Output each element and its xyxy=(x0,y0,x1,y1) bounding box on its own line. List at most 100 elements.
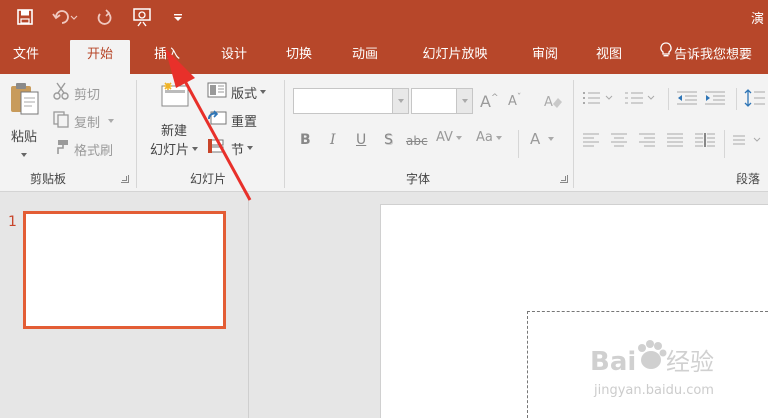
numbering-button[interactable] xyxy=(624,90,658,110)
title-bar: 演 xyxy=(0,0,768,34)
align-right-button[interactable] xyxy=(638,132,656,152)
slide-number: 1 xyxy=(8,214,17,230)
change-case-label: Aa xyxy=(476,130,493,145)
text-direction-button[interactable] xyxy=(732,132,766,152)
paragraph-group-label: 段落 xyxy=(736,172,761,186)
align-left-button[interactable] xyxy=(582,132,600,152)
window-title: 演 xyxy=(750,12,764,27)
increase-indent-button[interactable] xyxy=(704,90,726,110)
bold-button[interactable]: B xyxy=(300,132,311,148)
clear-formatting-button[interactable]: A xyxy=(543,92,563,114)
new-slide-button[interactable]: 新建 幻灯片 xyxy=(143,80,205,162)
group-divider xyxy=(668,88,669,110)
columns-button[interactable] xyxy=(694,132,716,152)
change-case-button[interactable]: Aa xyxy=(476,130,502,145)
strikethrough-button[interactable]: abc xyxy=(406,134,428,148)
cut-button[interactable]: 剪切 xyxy=(52,82,100,104)
columns-icon xyxy=(694,132,716,152)
slides-group-label: 幻灯片 xyxy=(190,172,227,186)
undo-icon[interactable] xyxy=(50,6,80,28)
redo-icon[interactable] xyxy=(93,6,115,28)
tab-animations[interactable]: 动画 xyxy=(338,34,392,74)
start-from-beginning-icon[interactable] xyxy=(130,6,156,28)
clipboard-icon xyxy=(7,80,41,122)
font-group-label: 字体 xyxy=(406,172,431,186)
underline-button[interactable]: U xyxy=(356,132,366,148)
tab-insert[interactable]: 插入 xyxy=(140,34,194,74)
tell-me-search[interactable]: 告诉我您想要 xyxy=(660,34,768,74)
align-right-icon xyxy=(638,132,656,152)
bullets-button[interactable] xyxy=(582,90,616,110)
grow-font-button[interactable]: A ^ xyxy=(480,92,499,111)
font-size-combobox[interactable] xyxy=(411,88,473,114)
paste-button[interactable]: 粘贴 xyxy=(4,80,44,160)
align-center-button[interactable] xyxy=(610,132,628,152)
tell-me-text: 告诉我您想要 xyxy=(674,47,753,63)
reset-icon xyxy=(207,110,227,130)
paw-icon xyxy=(638,340,667,369)
reset-button[interactable]: 重置 xyxy=(207,110,257,130)
increase-indent-icon xyxy=(704,90,726,110)
character-spacing-label: AV xyxy=(436,130,453,145)
section-label: 节 xyxy=(231,142,245,158)
tab-review[interactable]: 审阅 xyxy=(518,34,572,74)
format-painter-icon xyxy=(52,138,70,160)
character-spacing-button[interactable]: AV xyxy=(436,130,462,145)
group-divider xyxy=(736,88,737,110)
customize-qat-icon[interactable] xyxy=(170,6,186,28)
shrink-font-caret-icon: ˇ xyxy=(516,92,522,103)
decrease-indent-button[interactable] xyxy=(676,90,698,110)
watermark-brand: Bai xyxy=(590,347,636,377)
new-slide-label-line1: 新建 xyxy=(160,124,187,139)
cut-label: 剪切 xyxy=(74,87,101,103)
text-shadow-button[interactable]: S xyxy=(384,132,393,148)
new-slide-icon xyxy=(154,80,194,114)
clipboard-launcher-icon[interactable] xyxy=(121,175,129,183)
font-size-dropdown-icon[interactable] xyxy=(456,89,472,113)
tab-transitions[interactable]: 切换 xyxy=(272,34,326,74)
align-left-icon xyxy=(582,132,600,152)
font-color-dropdown-icon xyxy=(548,137,555,141)
section-button[interactable]: 节 xyxy=(207,138,254,158)
justify-button[interactable] xyxy=(666,132,684,152)
align-center-icon xyxy=(610,132,628,152)
save-icon[interactable] xyxy=(14,6,36,28)
ribbon-tab-bar: 文件 开始 插入 设计 切换 动画 幻灯片放映 审阅 视图 告诉我您想要 xyxy=(0,34,768,74)
watermark-url: jingyan.baidu.com xyxy=(593,383,714,398)
reset-label: 重置 xyxy=(231,114,258,130)
text-direction-icon xyxy=(732,132,766,152)
copy-button[interactable]: 复制 xyxy=(52,110,115,132)
tab-design[interactable]: 设计 xyxy=(207,34,261,74)
font-name-dropdown-icon[interactable] xyxy=(392,89,408,113)
eraser-icon: A xyxy=(543,92,563,114)
italic-button[interactable]: I xyxy=(330,132,336,148)
grow-font-caret-icon: ^ xyxy=(490,92,499,103)
ribbon: 粘贴 剪切 复制 格式刷 剪贴板 新建 幻灯片 版式 重置 节 幻灯片 A ^ … xyxy=(0,74,768,192)
font-name-combobox[interactable] xyxy=(293,88,409,114)
tab-view[interactable]: 视图 xyxy=(582,34,636,74)
new-slide-label-line2: 幻灯片 xyxy=(149,143,189,158)
group-divider xyxy=(573,80,574,188)
tab-home[interactable]: 开始 xyxy=(70,40,130,74)
grow-font-label: A xyxy=(480,92,491,111)
format-painter-label: 格式刷 xyxy=(74,143,114,159)
layout-button[interactable]: 版式 xyxy=(207,82,267,102)
font-color-label: A xyxy=(530,130,541,148)
baidu-watermark: Bai 经验 jingyan.baidu.com xyxy=(590,338,760,408)
layout-dropdown-icon xyxy=(260,90,267,94)
shrink-font-button[interactable]: Aˇ xyxy=(508,92,522,110)
svg-text:A: A xyxy=(544,95,553,110)
line-spacing-button[interactable] xyxy=(744,88,766,112)
font-color-button[interactable]: A xyxy=(530,130,555,148)
justify-icon xyxy=(666,132,684,152)
slide-thumbnail[interactable] xyxy=(23,211,226,329)
layout-icon xyxy=(207,82,227,102)
tab-slideshow[interactable]: 幻灯片放映 xyxy=(405,34,505,74)
font-launcher-icon[interactable] xyxy=(560,175,568,183)
clipboard-group-label: 剪贴板 xyxy=(30,172,67,186)
format-painter-button[interactable]: 格式刷 xyxy=(52,138,113,160)
shrink-font-label: A xyxy=(508,94,517,109)
tab-file[interactable]: 文件 xyxy=(0,34,52,74)
character-spacing-dropdown-icon xyxy=(455,135,462,140)
lightbulb-icon xyxy=(660,34,674,76)
